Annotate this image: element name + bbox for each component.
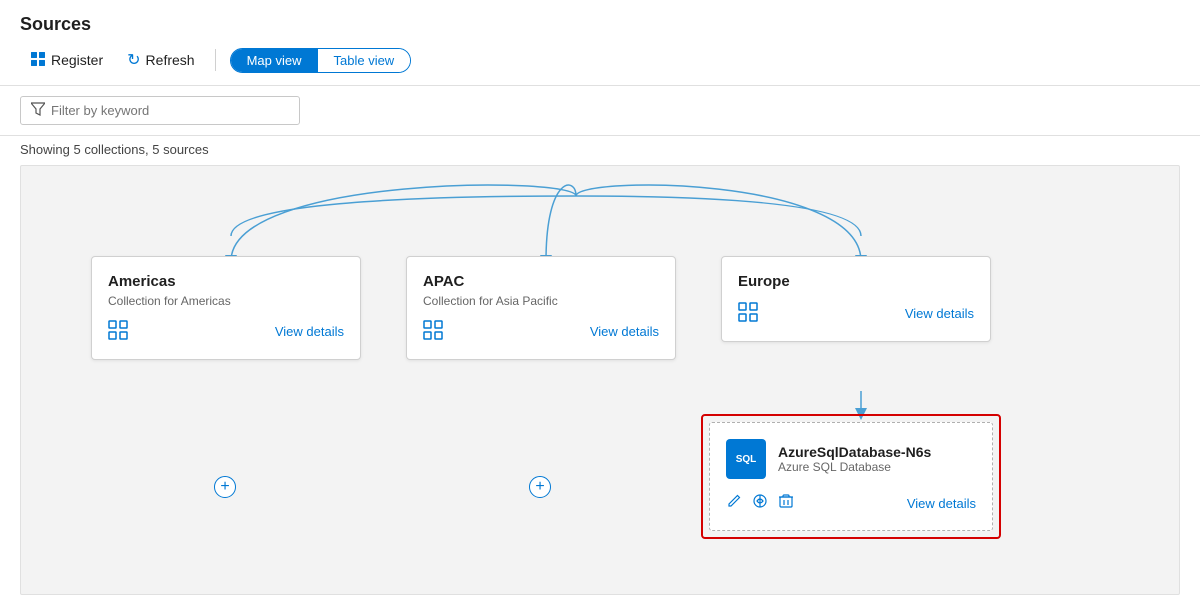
collection-card-europe: Europe View details [721,256,991,342]
refresh-icon: ↻ [127,50,140,70]
apac-subtitle: Collection for Asia Pacific [423,294,659,308]
refresh-label: Refresh [146,52,195,68]
source-name: AzureSqlDatabase-N6s [778,444,931,460]
collection-card-americas: Americas Collection for Americas View de… [91,256,361,360]
status-bar: Showing 5 collections, 5 sources [0,136,1200,165]
search-input[interactable] [51,103,289,118]
toolbar-divider [215,49,216,71]
apac-footer: View details [423,320,659,343]
americas-expand-button[interactable]: + [214,476,236,498]
connector-svg [21,166,1179,594]
delete-icon[interactable] [778,493,794,514]
europe-title: Europe [738,273,974,290]
sql-icon-label: SQL [736,454,757,465]
sql-icon: SQL [726,439,766,479]
source-card-info: AzureSqlDatabase-N6s Azure SQL Database [778,444,931,474]
page-title: Sources [20,14,1180,35]
connect-icon[interactable] [752,493,768,514]
source-card-actions: View details [726,493,976,514]
collection-card-apac: APAC Collection for Asia Pacific View de… [406,256,676,360]
americas-view-details[interactable]: View details [275,324,344,339]
register-button[interactable]: Register [20,46,113,75]
page-header: Sources Register ↻ Refresh Map view Tabl… [0,0,1200,86]
source-card: SQL AzureSqlDatabase-N6s Azure SQL Datab… [709,422,993,531]
apac-expand-button[interactable]: + [529,476,551,498]
americas-footer: View details [108,320,344,343]
europe-view-details[interactable]: View details [905,306,974,321]
source-type: Azure SQL Database [778,460,931,474]
source-view-details[interactable]: View details [907,496,976,511]
americas-subtitle: Collection for Americas [108,294,344,308]
apac-title: APAC [423,273,659,290]
map-area: Americas Collection for Americas View de… [20,165,1180,595]
europe-footer: View details [738,302,974,325]
source-card-wrapper: SQL AzureSqlDatabase-N6s Azure SQL Datab… [701,414,1001,539]
americas-grid-icon [108,320,128,343]
map-view-button[interactable]: Map view [231,49,318,72]
apac-view-details[interactable]: View details [590,324,659,339]
apac-grid-icon [423,320,443,343]
refresh-button[interactable]: ↻ Refresh [117,45,204,75]
register-label: Register [51,52,103,68]
europe-grid-icon [738,302,758,325]
edit-icon[interactable] [726,493,742,514]
register-icon [30,51,46,70]
filter-input-wrap[interactable] [20,96,300,125]
table-view-button[interactable]: Table view [318,49,411,72]
view-toggle: Map view Table view [230,48,412,73]
source-card-header: SQL AzureSqlDatabase-N6s Azure SQL Datab… [726,439,976,479]
status-text: Showing 5 collections, 5 sources [20,142,209,157]
filter-icon [31,102,45,119]
filter-bar [0,86,1200,136]
toolbar: Register ↻ Refresh Map view Table view [20,45,1180,75]
americas-title: Americas [108,273,344,290]
